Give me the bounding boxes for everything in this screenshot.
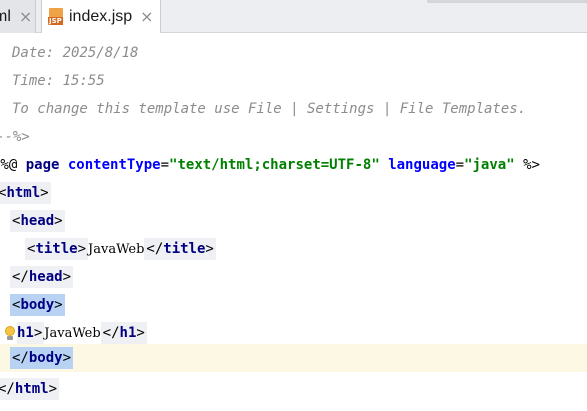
code-line-html-open: <html>	[0, 179, 583, 207]
comment-time: Time: 15:55	[12, 73, 105, 89]
code-line: --%>	[0, 123, 583, 151]
tab-label: index.jsp	[69, 7, 133, 25]
code-editor[interactable]: Date: 2025/8/18 Time: 15:55 To change th…	[0, 33, 587, 411]
tag-body: body	[20, 297, 55, 313]
directive-keyword: page	[25, 157, 60, 173]
code-line-body-open: <body>	[10, 291, 587, 319]
tag-title: title	[35, 241, 78, 257]
close-icon[interactable]: ×	[19, 7, 32, 26]
directive-open: <%@	[0, 157, 18, 173]
code-line-body-close-current: </body>	[0, 344, 587, 372]
close-icon[interactable]: ×	[140, 7, 153, 26]
attr-value-language: "java"	[464, 157, 515, 173]
comment-date: Date: 2025/8/18	[12, 45, 139, 61]
jsp-file-icon: JSP	[48, 8, 64, 25]
jsp-badge: JSP	[48, 17, 63, 25]
comment-end: --%>	[0, 129, 30, 145]
intention-bulb-icon[interactable]	[4, 326, 16, 340]
attr-value-content-type: "text/html;charset=UTF-8"	[169, 157, 380, 173]
title-text: JavaWeb	[88, 242, 145, 257]
tag-body-close: body	[28, 350, 63, 366]
code-line-html-close: </html>	[0, 375, 583, 403]
code-line-title: <title> JavaWeb </title>	[25, 235, 587, 263]
code-line: Date: 2025/8/18	[0, 39, 587, 67]
attr-language: language	[388, 157, 456, 173]
tab-previous-file[interactable]: ml ×	[0, 0, 36, 33]
code-line-head-close: </head>	[10, 263, 587, 291]
tag-html: html	[6, 185, 41, 201]
tag-head-close: head	[28, 269, 63, 285]
tab-bar-edge	[427, 0, 587, 3]
tab-index-jsp[interactable]: JSP index.jsp ×	[41, 0, 161, 33]
code-line-h1: h1> JavaWeb </h1>	[4, 319, 587, 347]
equals-sign: =	[160, 157, 170, 173]
tag-html-close: html	[14, 381, 49, 397]
editor-tab-bar: ml × JSP index.jsp ×	[0, 0, 587, 33]
tag-head: head	[20, 213, 55, 229]
code-line-head-open: <head>	[10, 207, 587, 235]
attr-content-type: contentType	[67, 157, 161, 173]
tag-h1-close: h1	[119, 325, 137, 341]
code-line: Time: 15:55	[0, 67, 587, 95]
directive-close: %>	[514, 157, 540, 173]
h1-text: JavaWeb	[44, 326, 101, 341]
code-line-directive: <%@ page contentType="text/html;charset=…	[0, 151, 579, 179]
tab-label: ml	[0, 7, 11, 25]
comment-template-note: To change this template use File | Setti…	[12, 101, 527, 117]
tag-h1: h1	[17, 325, 34, 341]
tag-title-close: title	[163, 241, 206, 257]
code-line: To change this template use File | Setti…	[0, 95, 587, 123]
equals-sign: =	[455, 157, 465, 173]
